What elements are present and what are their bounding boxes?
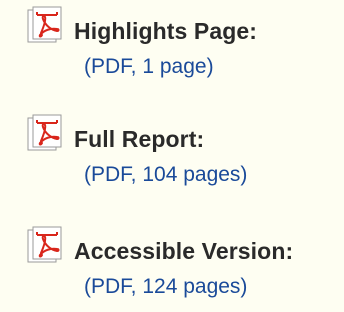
pdf-icon[interactable] [24, 114, 68, 152]
document-item-highlights: Highlights Page: (PDF, 1 page) [24, 6, 340, 86]
document-pdf-link[interactable]: (PDF, 124 pages) [84, 275, 247, 299]
document-pdf-link[interactable]: (PDF, 1 page) [84, 55, 214, 79]
document-pdf-link[interactable]: (PDF, 104 pages) [84, 163, 247, 187]
document-item-full-report: Full Report: (PDF, 104 pages) [24, 114, 340, 194]
pdf-icon[interactable] [24, 226, 68, 264]
document-item-accessible-version: Accessible Version: (PDF, 124 pages) [24, 226, 340, 306]
document-title: Full Report: [74, 126, 205, 152]
document-title: Accessible Version: [74, 238, 294, 264]
document-title: Highlights Page: [74, 18, 258, 44]
pdf-icon[interactable] [24, 6, 68, 44]
